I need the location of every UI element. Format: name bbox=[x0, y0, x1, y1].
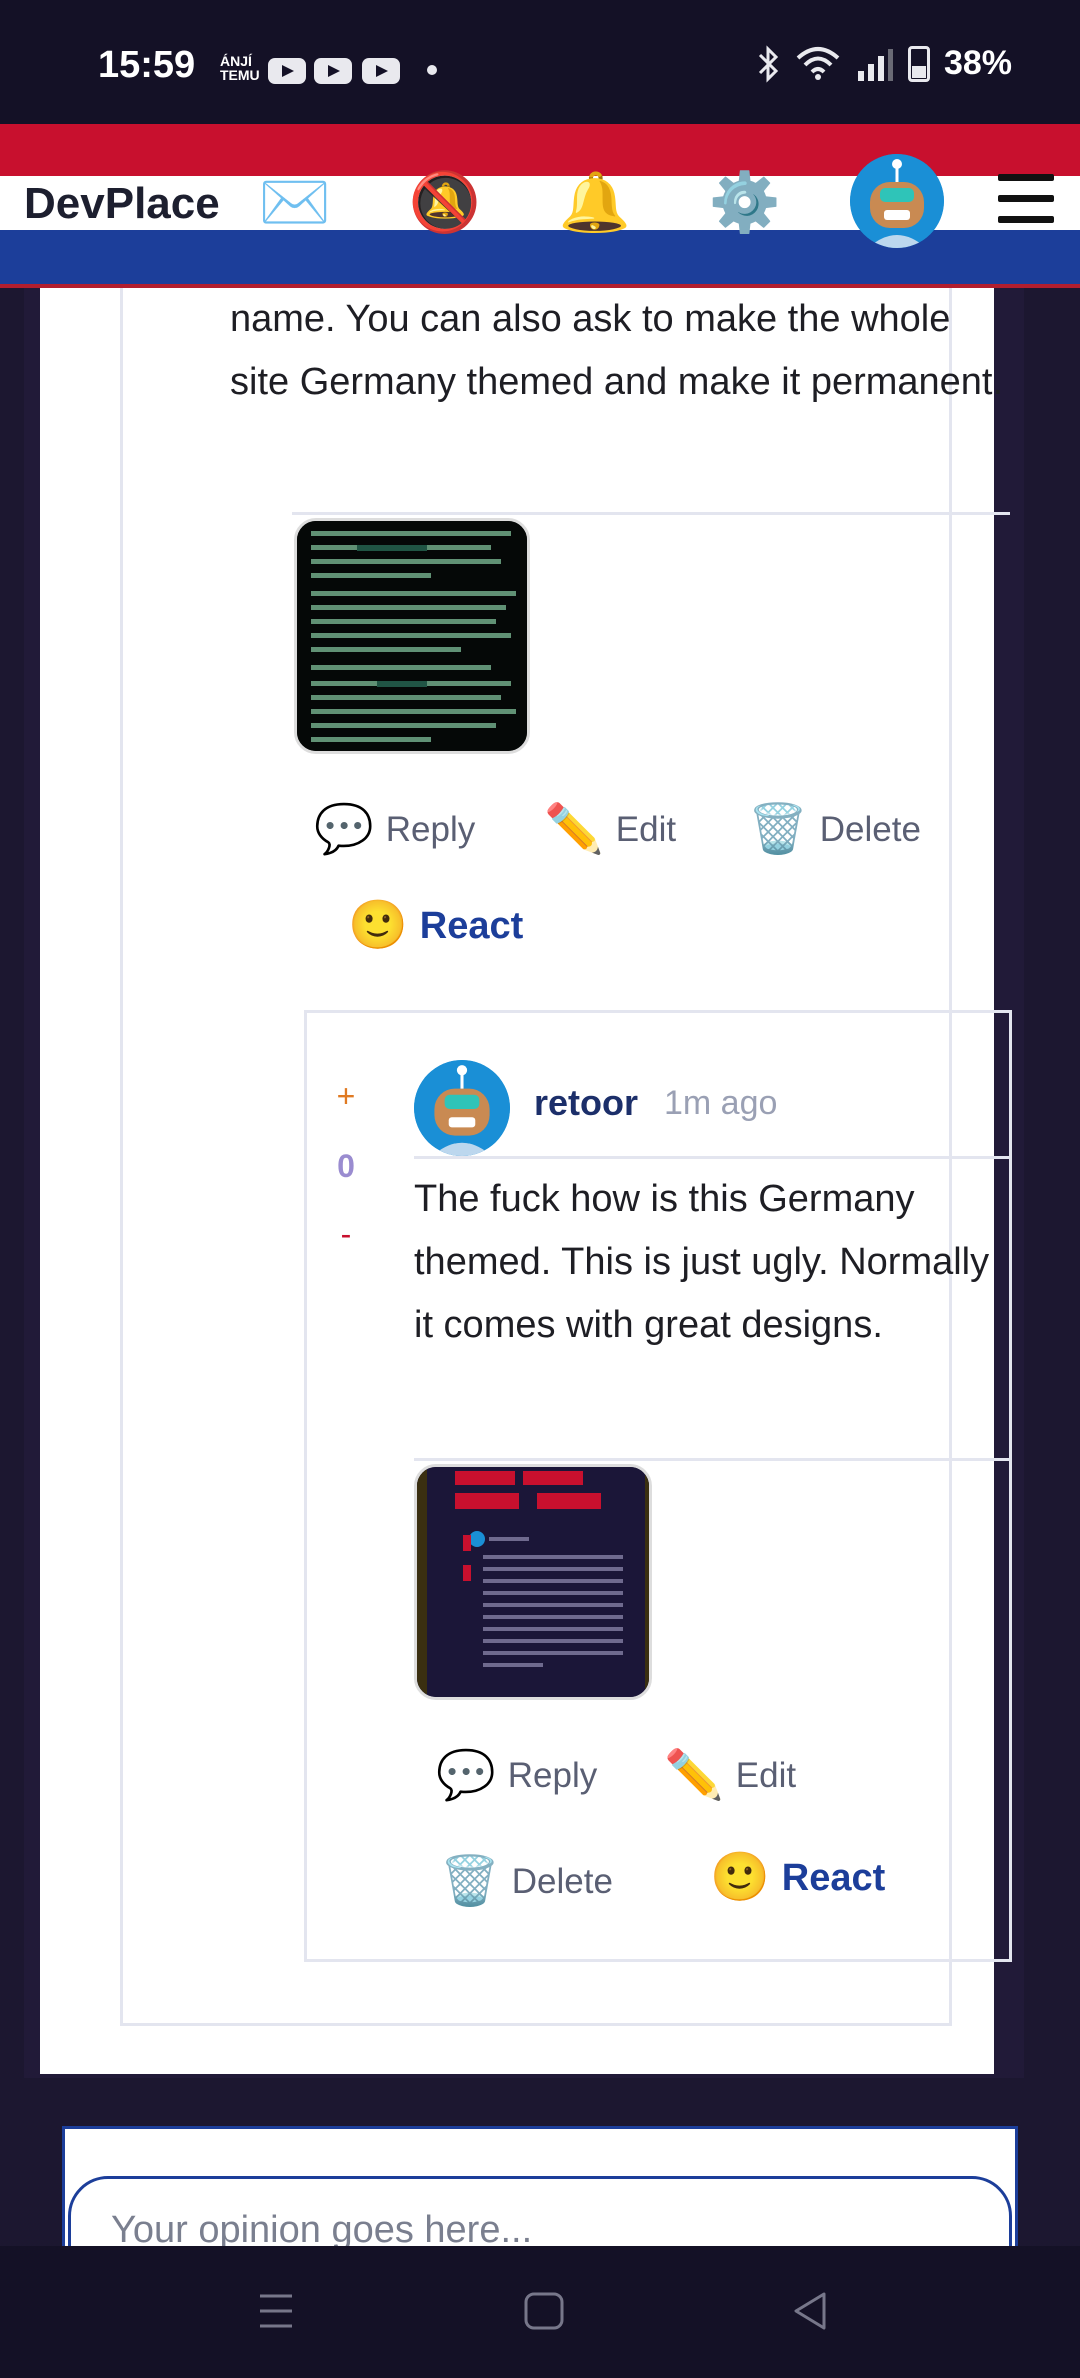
speech-bubble-icon: 💬 bbox=[314, 803, 374, 856]
reply-body: The fuck how is this Germany themed. Thi… bbox=[414, 1178, 990, 1346]
smiley-icon: 🙂 bbox=[348, 899, 408, 952]
back-icon[interactable] bbox=[780, 2286, 840, 2336]
downvote-button[interactable]: - bbox=[326, 1216, 366, 1253]
divider bbox=[414, 1156, 1012, 1159]
main-content[interactable]: name. You can also ask to make the whole… bbox=[0, 288, 1080, 2246]
delete-button[interactable]: 🗑️ Delete bbox=[748, 802, 921, 858]
notification-dot-icon bbox=[427, 65, 437, 75]
speech-bubble-icon: 💬 bbox=[436, 1749, 496, 1802]
settings-icon[interactable]: ⚙️ bbox=[705, 164, 785, 242]
battery-level: 38% bbox=[943, 44, 1012, 82]
edit-button[interactable]: ✏️ Edit bbox=[544, 802, 676, 858]
reply-button[interactable]: 💬 Reply bbox=[314, 802, 475, 858]
upvote-button[interactable]: + bbox=[326, 1078, 366, 1115]
divider bbox=[414, 1458, 1012, 1461]
system-nav-bar bbox=[0, 2246, 1080, 2378]
robot-avatar-icon bbox=[414, 1060, 510, 1156]
reply-image-thumbnail[interactable] bbox=[414, 1464, 652, 1700]
delete-button[interactable]: 🗑️ Delete bbox=[440, 1854, 613, 1910]
edit-button[interactable]: ✏️ Edit bbox=[664, 1748, 796, 1804]
trash-icon: 🗑️ bbox=[440, 1855, 500, 1908]
divider bbox=[292, 512, 1010, 515]
author-name[interactable]: retoor bbox=[534, 1082, 638, 1124]
recent-apps-icon[interactable] bbox=[246, 2286, 306, 2336]
reply-comment bbox=[304, 1010, 1012, 1962]
terminal-screenshot-image bbox=[297, 521, 527, 751]
comment-body: name. You can also ask to make the whole… bbox=[230, 298, 1004, 403]
status-bar: 15:59 ÁNJÍ TEMU 38% bbox=[0, 0, 1080, 124]
notifications-icon[interactable]: 🔔 bbox=[555, 164, 635, 242]
reply-button[interactable]: 💬 Reply bbox=[436, 1748, 597, 1804]
pencil-icon: ✏️ bbox=[664, 1749, 724, 1802]
site-logo[interactable]: DevPlace bbox=[24, 176, 220, 232]
battery-icon bbox=[907, 45, 930, 82]
react-button[interactable]: 🙂 React bbox=[710, 1850, 885, 1906]
bluetooth-icon bbox=[758, 44, 779, 83]
robot-avatar-icon bbox=[850, 154, 944, 248]
smiley-icon: 🙂 bbox=[710, 1851, 770, 1904]
top-header: DevPlace ✉️ 🔕 🔔 ⚙️ bbox=[0, 124, 1080, 288]
status-right: 38% bbox=[756, 44, 1012, 83]
author-avatar[interactable] bbox=[414, 1060, 510, 1156]
pencil-icon: ✏️ bbox=[544, 803, 604, 856]
messages-icon[interactable]: ✉️ bbox=[255, 164, 335, 242]
site-screenshot-image bbox=[417, 1467, 649, 1697]
youtube-icon bbox=[268, 58, 306, 84]
opinion-input[interactable]: Your opinion goes here... bbox=[68, 2176, 1012, 2246]
youtube-icon bbox=[362, 58, 400, 84]
user-avatar[interactable] bbox=[850, 154, 944, 248]
mute-notifications-icon[interactable]: 🔕 bbox=[405, 164, 485, 242]
wifi-icon bbox=[796, 46, 840, 80]
home-icon[interactable] bbox=[514, 2286, 574, 2336]
status-time: 15:59 bbox=[98, 44, 196, 86]
youtube-icon bbox=[314, 58, 352, 84]
trash-icon: 🗑️ bbox=[748, 803, 808, 856]
signal-icon bbox=[857, 48, 893, 81]
react-button[interactable]: 🙂 React bbox=[348, 898, 523, 954]
carrier-label: ÁNJÍ TEMU bbox=[220, 53, 260, 83]
vote-count: 0 bbox=[337, 1148, 355, 1184]
comment-image-thumbnail[interactable] bbox=[294, 518, 530, 754]
menu-icon[interactable] bbox=[998, 174, 1054, 232]
comment-timestamp: 1m ago bbox=[664, 1084, 778, 1122]
